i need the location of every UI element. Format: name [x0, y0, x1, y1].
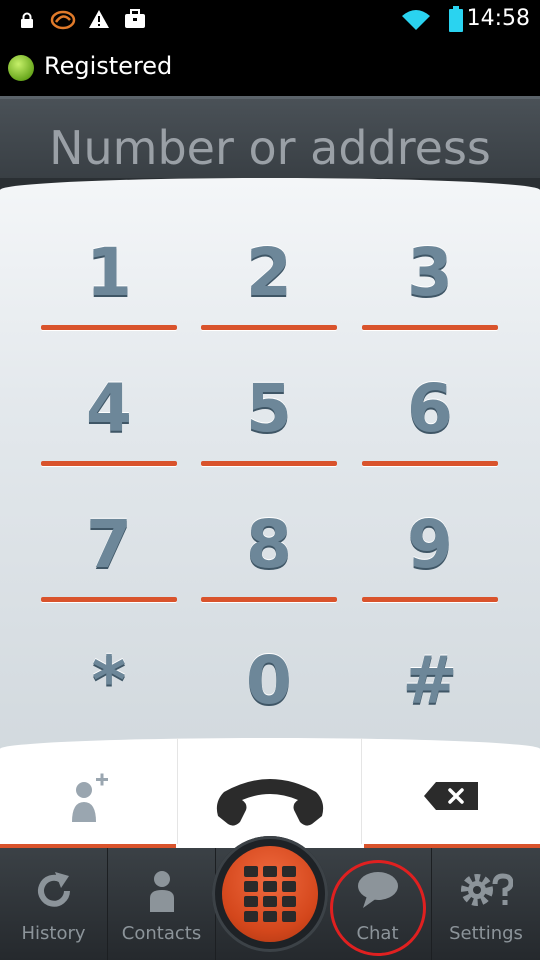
nav-settings-label: Settings: [449, 923, 523, 944]
key-6[interactable]: 6: [362, 346, 498, 466]
contacts-icon: [149, 871, 174, 912]
key-underline: [41, 461, 177, 466]
registration-status-led: [8, 55, 34, 81]
briefcase-icon: [125, 9, 145, 28]
nav-settings[interactable]: Settings: [432, 848, 540, 960]
key-digit: 3: [407, 234, 453, 311]
battery-icon: [449, 6, 463, 32]
key-7[interactable]: 7: [41, 482, 177, 602]
key-underline: [201, 597, 337, 602]
dialpad-face: 1 2 3 4 5 6 7 8 9 * 0 #: [0, 178, 540, 758]
key-underline: [201, 461, 337, 466]
nav-chat-label: Chat: [356, 923, 399, 944]
key-8[interactable]: 8: [201, 482, 337, 602]
key-3[interactable]: 3: [362, 210, 498, 330]
key-4[interactable]: 4: [41, 346, 177, 466]
key-digit: 5: [246, 370, 292, 447]
key-underline: [362, 597, 498, 602]
key-underline: [41, 325, 177, 330]
clock: 14:58: [466, 6, 530, 31]
key-digit: 2: [246, 234, 292, 311]
key-0[interactable]: 0: [201, 618, 337, 738]
key-hash[interactable]: #: [362, 618, 498, 738]
status-bar: 14:58: [0, 0, 540, 40]
wifi-icon: [402, 10, 430, 30]
key-digit: 6: [407, 370, 453, 447]
nav-contacts[interactable]: Contacts: [108, 848, 216, 960]
key-digit: 4: [86, 370, 132, 447]
key-digit: *: [91, 642, 127, 719]
registration-status-text: Registered: [44, 52, 173, 80]
backspace-icon: [424, 782, 478, 810]
key-digit: 7: [86, 506, 132, 583]
key-digit: 0: [246, 642, 292, 719]
app-logo-icon: [50, 10, 76, 30]
key-digit: 9: [407, 506, 453, 583]
add-contact-icon: [72, 773, 108, 822]
key-underline: [201, 325, 337, 330]
warning-icon: [89, 10, 109, 28]
backspace-button[interactable]: [362, 738, 540, 844]
call-button[interactable]: [178, 738, 362, 844]
key-underline: [362, 325, 498, 330]
dialpad-icon: [244, 866, 296, 922]
key-star[interactable]: *: [41, 618, 177, 738]
key-underline: [41, 597, 177, 602]
phone-handset-icon: [216, 779, 324, 826]
key-1[interactable]: 1: [41, 210, 177, 330]
key-underline: [362, 461, 498, 466]
key-digit: #: [402, 642, 458, 719]
lock-icon: [21, 12, 33, 28]
registration-bar: Registered: [0, 40, 540, 96]
address-input[interactable]: [0, 113, 540, 183]
nav-contacts-label: Contacts: [121, 923, 202, 944]
dialpad: 1 2 3 4 5 6 7 8 9 * 0 #: [0, 178, 540, 758]
history-icon: [37, 872, 70, 907]
key-digit: 1: [86, 234, 132, 311]
settings-icon: [461, 873, 513, 906]
key-2[interactable]: 2: [201, 210, 337, 330]
add-contact-button[interactable]: [0, 738, 178, 844]
key-5[interactable]: 5: [201, 346, 337, 466]
dialer-button[interactable]: [212, 836, 328, 952]
chat-icon: [357, 872, 398, 908]
key-9[interactable]: 9: [362, 482, 498, 602]
action-row: [0, 738, 540, 848]
key-digit: 8: [246, 506, 292, 583]
nav-history[interactable]: History: [0, 848, 108, 960]
nav-chat[interactable]: Chat: [324, 848, 432, 960]
dialer-button-face: [222, 846, 318, 942]
nav-history-label: History: [21, 923, 86, 944]
